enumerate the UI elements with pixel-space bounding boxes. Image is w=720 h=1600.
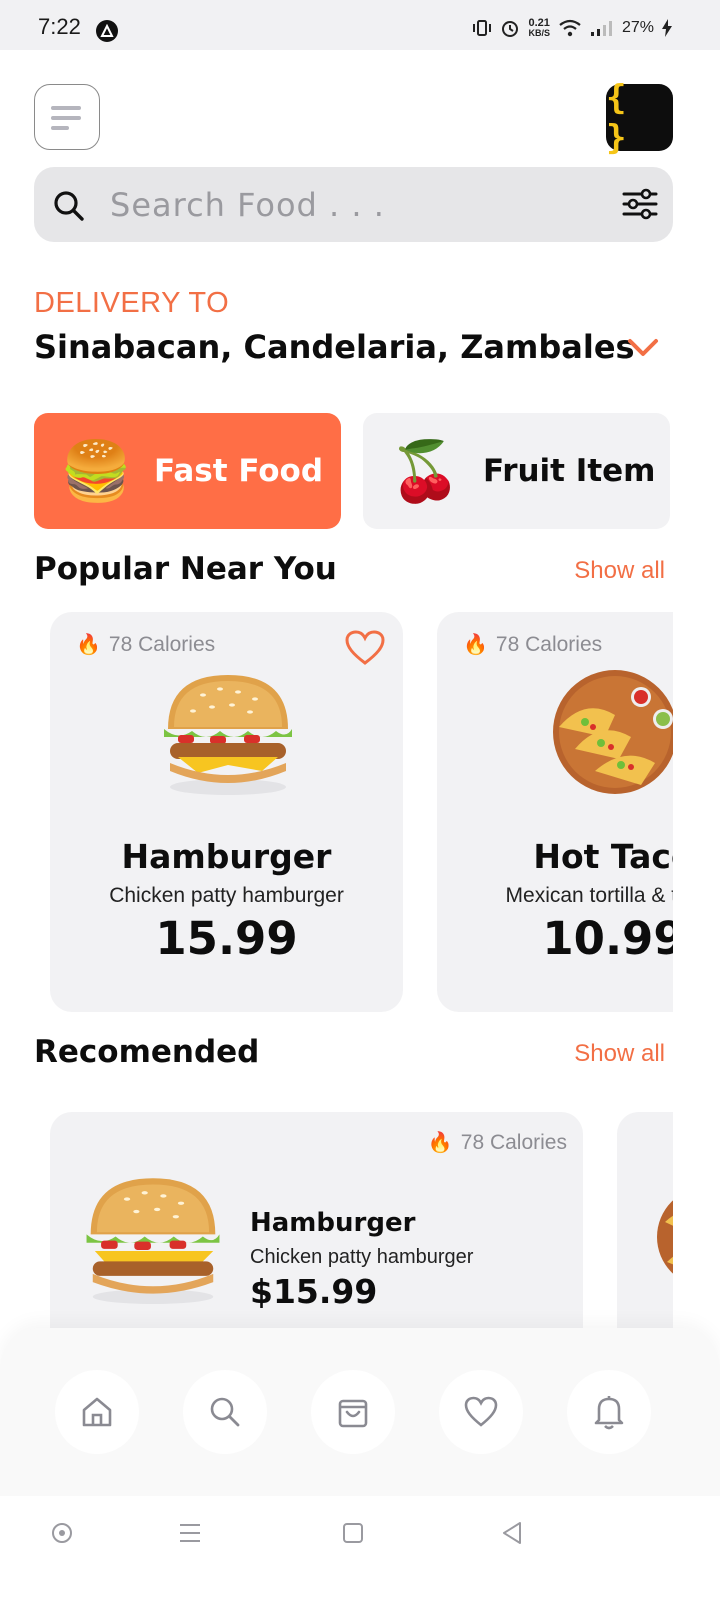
recommended-card[interactable]: 🔥 78 Calories Hamburger Chicken patty ha… xyxy=(50,1112,583,1332)
calories-info: 🔥 78 Calories xyxy=(463,632,602,657)
menu-icon xyxy=(180,1524,200,1542)
taco-image xyxy=(553,670,673,794)
calories-text: 78 Calories xyxy=(495,632,603,656)
burger-icon: 🍔 xyxy=(60,436,133,505)
popular-show-all-link[interactable]: Show all xyxy=(574,557,665,585)
alarm-icon xyxy=(502,21,519,37)
cherry-icon: 🍒 xyxy=(389,436,462,505)
net-speed: 0.21 KB/S xyxy=(528,17,550,39)
popular-section-title: Popular Near You xyxy=(34,551,337,587)
nav-cart-button[interactable] xyxy=(311,1370,395,1454)
app-logo-button[interactable]: { } xyxy=(606,78,673,158)
nav-search-button[interactable] xyxy=(183,1370,267,1454)
delivery-label: DELIVERY TO xyxy=(34,287,230,319)
fire-icon: 🔥 xyxy=(76,634,101,656)
nav-notifications-button[interactable] xyxy=(567,1370,651,1454)
menu-line-icon xyxy=(51,116,81,120)
assistant-icon xyxy=(52,1523,72,1543)
calories-text: 78 Calories xyxy=(460,1130,567,1154)
filter-icon[interactable] xyxy=(622,187,658,221)
hamburger-image xyxy=(164,675,292,795)
search-icon xyxy=(210,1397,240,1427)
shopping-bag-icon xyxy=(338,1399,368,1428)
vibrate-icon xyxy=(473,20,492,36)
delivery-address[interactable]: Sinabacan, Candelaria, Zambales xyxy=(34,328,635,366)
wifi-icon xyxy=(559,19,581,37)
hamburger-image xyxy=(86,1178,220,1304)
food-price: 15.99 xyxy=(155,912,298,965)
status-time: 7:22 xyxy=(38,14,81,39)
fire-icon: 🔥 xyxy=(463,634,488,656)
food-description: Chicken patty hamburger xyxy=(109,884,344,907)
back-icon xyxy=(503,1522,521,1544)
calories-text: 78 Calories xyxy=(108,632,216,656)
home-system-button[interactable] xyxy=(333,1518,373,1548)
food-description: Mexican tortilla & tacos xyxy=(505,884,673,907)
food-name: Hamburger xyxy=(250,1208,416,1238)
heart-icon[interactable] xyxy=(345,630,385,666)
nav-favorites-button[interactable] xyxy=(439,1370,523,1454)
recommended-card[interactable] xyxy=(617,1112,673,1332)
popular-card[interactable]: 🔥 78 Calories Hot Taco Mexican tortilla … xyxy=(437,612,673,1012)
nav-home-button[interactable] xyxy=(55,1370,139,1454)
recommended-section-title: Recomended xyxy=(34,1034,260,1070)
bell-icon xyxy=(594,1396,624,1430)
bottom-navigation xyxy=(0,1328,720,1496)
home-icon xyxy=(82,1397,112,1427)
category-fast-food[interactable]: 🍔 Fast Food xyxy=(34,413,341,529)
menu-line-icon xyxy=(51,106,81,110)
status-indicators: 0.21 KB/S 27% xyxy=(472,16,672,40)
food-description: Chicken patty hamburger xyxy=(250,1246,474,1268)
logo-text: { } xyxy=(606,77,629,158)
food-name: Hamburger xyxy=(121,837,332,876)
recommended-carousel[interactable]: 🔥 78 Calories Hamburger Chicken patty ha… xyxy=(0,1112,673,1332)
search-bar[interactable] xyxy=(34,167,673,242)
category-label: Fruit Item xyxy=(483,453,656,489)
category-label: Fast Food xyxy=(154,453,324,489)
assistant-button[interactable] xyxy=(42,1518,82,1548)
calories-info: 🔥 78 Calories xyxy=(428,1130,567,1155)
search-input[interactable] xyxy=(110,177,590,232)
heart-icon xyxy=(464,1396,498,1427)
taco-image xyxy=(657,1200,673,1274)
food-name: Hot Taco xyxy=(533,837,673,876)
signal-icon xyxy=(590,21,612,36)
calories-info: 🔥 78 Calories xyxy=(76,632,215,657)
food-price: 10.99 xyxy=(542,912,673,965)
food-price: $15.99 xyxy=(250,1272,378,1311)
menu-line-icon xyxy=(51,126,69,130)
status-bar: 7:22 0.21 KB/S 27% xyxy=(0,0,720,50)
battery-level: 27% xyxy=(621,19,654,36)
recent-apps-button[interactable] xyxy=(170,1518,210,1548)
menu-button[interactable] xyxy=(34,84,100,150)
category-fruit-item[interactable]: 🍒 Fruit Item xyxy=(363,413,670,529)
app-notification-icon xyxy=(96,20,118,42)
back-system-button[interactable] xyxy=(492,1518,532,1548)
search-icon xyxy=(54,191,84,221)
home-square-icon xyxy=(343,1523,363,1543)
system-navigation-bar xyxy=(0,1496,720,1600)
chevron-down-icon[interactable] xyxy=(627,338,659,358)
recommended-show-all-link[interactable]: Show all xyxy=(574,1040,665,1068)
popular-carousel[interactable]: 🔥 78 Calories Hamburger Chicken patty ha… xyxy=(0,612,673,1012)
fire-icon: 🔥 xyxy=(427,1132,453,1154)
popular-card[interactable]: 🔥 78 Calories Hamburger Chicken patty ha… xyxy=(50,612,403,1012)
charging-icon xyxy=(662,19,672,37)
